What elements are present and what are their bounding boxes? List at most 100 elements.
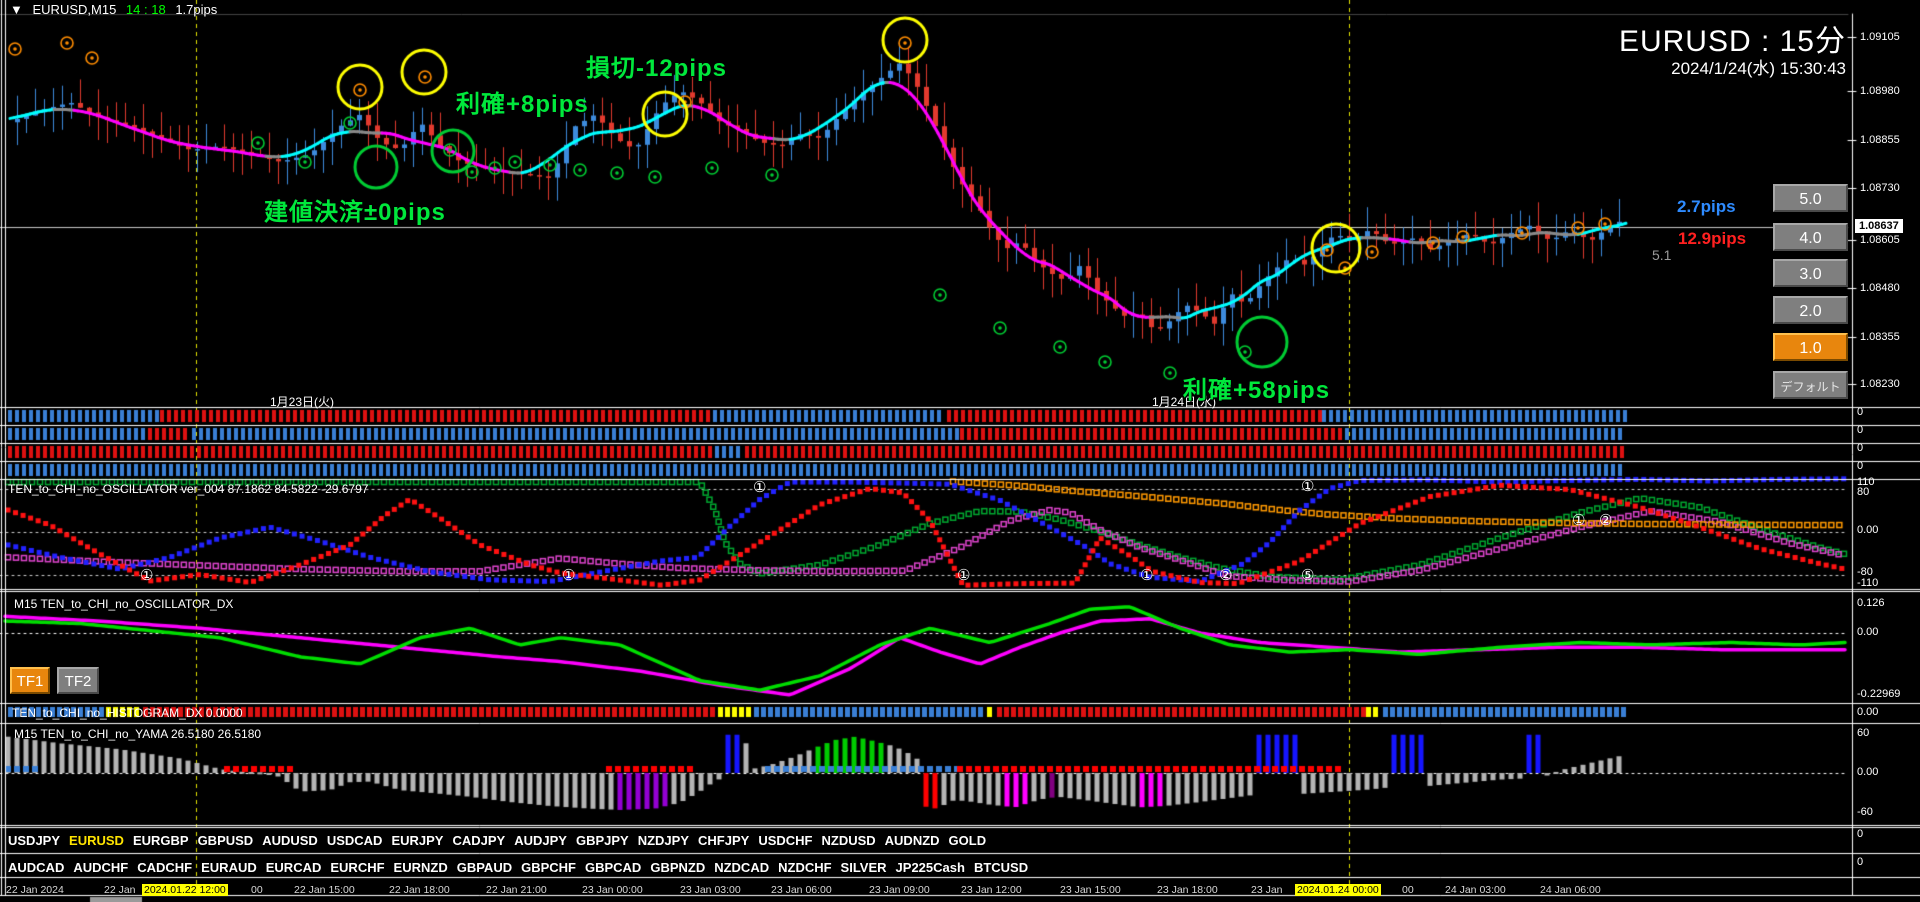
symbol-tab-audusd[interactable]: AUDUSD bbox=[262, 833, 318, 848]
symbol-tab-gbpnzd[interactable]: GBPNZD bbox=[650, 860, 705, 875]
zoom-button-50[interactable]: 5.0 bbox=[1773, 184, 1848, 212]
symbol-tab-nzdusd[interactable]: NZDUSD bbox=[821, 833, 875, 848]
time-label: 23 Jan 09:00 bbox=[869, 884, 930, 896]
symbol-tab-audnzd[interactable]: AUDNZD bbox=[885, 833, 940, 848]
mt4-chart-window: ▼ EURUSD,M15 14 : 18 1.7pips EURUSD : 15… bbox=[0, 0, 1920, 902]
indicator-scale-label: 0 bbox=[1857, 406, 1864, 418]
count-marker: ② bbox=[1219, 567, 1233, 584]
symbol-tab-audchf[interactable]: AUDCHF bbox=[73, 860, 128, 875]
indicator-scale-label: 0.00 bbox=[1857, 706, 1879, 718]
symbol-tab-eurjpy[interactable]: EURJPY bbox=[391, 833, 443, 848]
time-label: 00 bbox=[1402, 884, 1414, 896]
symbol-switch-row-2: AUDCAD AUDCHF CADCHF EURAUD EURCAD EURCHF EURN… bbox=[8, 855, 1028, 879]
tf-button-tf2[interactable]: TF2 bbox=[57, 667, 99, 694]
price-axis-label: 1.08855 bbox=[1860, 134, 1900, 146]
symbol-tab-gbpcad[interactable]: GBPCAD bbox=[585, 860, 641, 875]
indicator-scale-label: 0.126 bbox=[1857, 597, 1885, 609]
chart-canvas[interactable] bbox=[0, 0, 1920, 902]
symbol-tab-usdjpy[interactable]: USDJPY bbox=[8, 833, 60, 848]
candle-timer: 14 : 18 bbox=[125, 2, 166, 17]
price-axis-label: 1.08355 bbox=[1860, 331, 1900, 343]
symbol-tab-btcusd[interactable]: BTCUSD bbox=[974, 860, 1028, 875]
indicator-scale-label: -60 bbox=[1857, 806, 1873, 818]
symbol-tab-gbpaud[interactable]: GBPAUD bbox=[457, 860, 512, 875]
tf-button-tf1[interactable]: TF1 bbox=[10, 667, 50, 694]
clock-label: 2024/1/24(水) 15:30:43 bbox=[1671, 59, 1846, 78]
indicator-scale-label: 0.00 bbox=[1857, 626, 1879, 638]
time-label-highlighted: 2024.01.24 00:00 bbox=[1295, 884, 1381, 896]
symbol-tab-euraud[interactable]: EURAUD bbox=[201, 860, 257, 875]
count-marker: ① bbox=[957, 567, 971, 584]
symbol-tab-nzdjpy[interactable]: NZDJPY bbox=[638, 833, 689, 848]
histogram-dx-panel-label: TEN_to_CHI_no_HISTOGRAM_DX 0.0000 bbox=[12, 706, 243, 720]
symbol-switch-row-1: USDJPY EURUSD EURGBP GBPUSD AUDUSD USDCAD EURJ… bbox=[8, 828, 986, 852]
symbol-tab-gold[interactable]: GOLD bbox=[949, 833, 987, 848]
symbol-tab-cadjpy[interactable]: CADJPY bbox=[452, 833, 505, 848]
count-marker: ② bbox=[1599, 512, 1613, 529]
pips-above-label: 2.7pips bbox=[1677, 197, 1736, 216]
time-label: 24 Jan 06:00 bbox=[1540, 884, 1601, 896]
symbol-tab-eurcad[interactable]: EURCAD bbox=[266, 860, 322, 875]
current-price-badge: 1.08637 bbox=[1855, 219, 1903, 233]
symbol-tab-nzdcad[interactable]: NZDCAD bbox=[714, 860, 769, 875]
price-axis-label: 1.08730 bbox=[1860, 182, 1900, 194]
time-label: 23 Jan 06:00 bbox=[771, 884, 832, 896]
time-label-highlighted: 2024.01.22 12:00 bbox=[142, 884, 228, 896]
symbol-tab-silver[interactable]: SILVER bbox=[841, 860, 887, 875]
zoom-button-20[interactable]: 2.0 bbox=[1773, 296, 1848, 324]
symbol-menu-arrow-icon[interactable]: ▼ bbox=[10, 2, 23, 17]
count-marker: ① bbox=[1301, 478, 1315, 495]
time-label: 23 Jan 00:00 bbox=[582, 884, 643, 896]
price-axis-label: 1.08230 bbox=[1860, 378, 1900, 390]
symbol-tab-usdcad[interactable]: USDCAD bbox=[327, 833, 383, 848]
price-axis-label: 1.08980 bbox=[1860, 85, 1900, 97]
time-label: 22 Jan 21:00 bbox=[486, 884, 547, 896]
symbol-tab-gbpusd[interactable]: GBPUSD bbox=[198, 833, 254, 848]
date-separator-label-1: 1月23日(火) bbox=[270, 395, 335, 409]
symbol-tab-nzdchf[interactable]: NZDCHF bbox=[778, 860, 831, 875]
time-label: 24 Jan 03:00 bbox=[1445, 884, 1506, 896]
count-marker: ① bbox=[562, 567, 576, 584]
symbol-tab-gbpjpy[interactable]: GBPJPY bbox=[576, 833, 629, 848]
symbol-tab-eurnzd[interactable]: EURNZD bbox=[394, 860, 448, 875]
time-label: 22 Jan 2024 bbox=[6, 884, 64, 896]
yama-panel-label: M15 TEN_to_CHI_no_YAMA 26.5180 26.5180 bbox=[14, 727, 262, 741]
indicator-scale-label: 0 bbox=[1857, 460, 1864, 472]
symbol-tab-jp225cash[interactable]: JP225Cash bbox=[896, 860, 965, 875]
time-label: 23 Jan 03:00 bbox=[680, 884, 741, 896]
time-label: 23 Jan 12:00 bbox=[961, 884, 1022, 896]
zoom-button-[interactable]: デフォルト bbox=[1773, 371, 1848, 399]
time-label: 22 Jan bbox=[104, 884, 136, 896]
price-axis-label: 1.09105 bbox=[1860, 31, 1900, 43]
zoom-button-40[interactable]: 4.0 bbox=[1773, 223, 1848, 251]
symbol-tab-chfjpy[interactable]: CHFJPY bbox=[698, 833, 749, 848]
time-label: 22 Jan 15:00 bbox=[294, 884, 355, 896]
trade-annotation-1: 損切-12pips bbox=[586, 55, 728, 82]
time-label: 22 Jan 18:00 bbox=[389, 884, 450, 896]
indicator-scale-label: 0 bbox=[1857, 442, 1864, 454]
indicator-scale-label: 60 bbox=[1857, 727, 1870, 739]
trade-annotation-2: 建値決済±0pips bbox=[264, 199, 446, 226]
time-label: 23 Jan bbox=[1251, 884, 1283, 896]
zoom-button-30[interactable]: 3.0 bbox=[1773, 259, 1848, 287]
symbol-tab-eurusd[interactable]: EURUSD bbox=[69, 833, 124, 848]
atr-label: 5.1 bbox=[1652, 247, 1672, 263]
symbol-tab-eurchf[interactable]: EURCHF bbox=[330, 860, 384, 875]
indicator-scale-label: -110 bbox=[1857, 577, 1879, 589]
trade-annotation-3: 利確+58pips bbox=[1183, 377, 1331, 404]
indicator-scale-label: 80 bbox=[1857, 486, 1870, 498]
time-label: 23 Jan 15:00 bbox=[1060, 884, 1121, 896]
symbol-tab-usdchf[interactable]: USDCHF bbox=[758, 833, 812, 848]
symbol-tab-gbpchf[interactable]: GBPCHF bbox=[521, 860, 576, 875]
zoom-button-10[interactable]: 1.0 bbox=[1773, 333, 1848, 361]
trade-annotation-0: 利確+8pips bbox=[456, 91, 589, 118]
symbol-tab-audcad[interactable]: AUDCAD bbox=[8, 860, 64, 875]
indicator-scale-label: 0 bbox=[1857, 828, 1864, 840]
symbol-tab-eurgbp[interactable]: EURGBP bbox=[133, 833, 189, 848]
indicator-scale-label: -0.22969 bbox=[1857, 688, 1901, 700]
symbol-tab-cadchf[interactable]: CADCHF bbox=[137, 860, 192, 875]
price-axis-label: 1.08480 bbox=[1860, 282, 1900, 294]
count-marker: ⑤ bbox=[1301, 567, 1315, 584]
time-label: 23 Jan 18:00 bbox=[1157, 884, 1218, 896]
symbol-tab-audjpy[interactable]: AUDJPY bbox=[514, 833, 567, 848]
